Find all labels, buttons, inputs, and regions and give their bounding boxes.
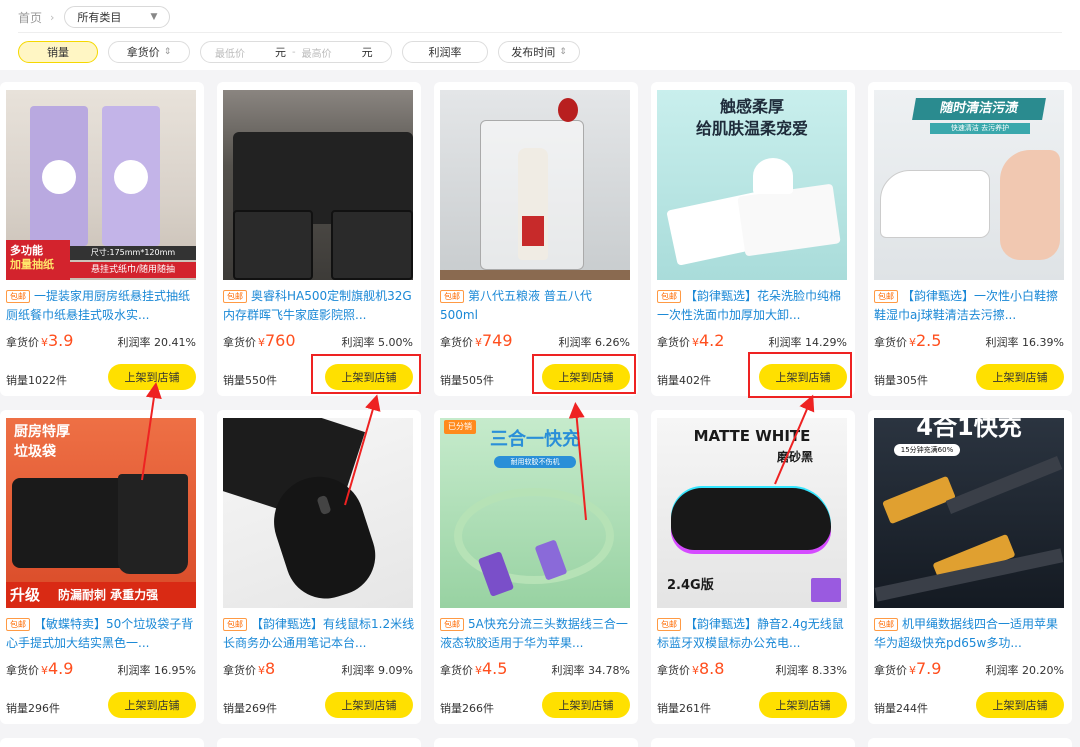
arrow (774, 394, 815, 485)
annotation-arrows (141, 382, 815, 521)
arrow (568, 402, 587, 521)
arrow (141, 382, 162, 481)
arrow (344, 394, 381, 506)
